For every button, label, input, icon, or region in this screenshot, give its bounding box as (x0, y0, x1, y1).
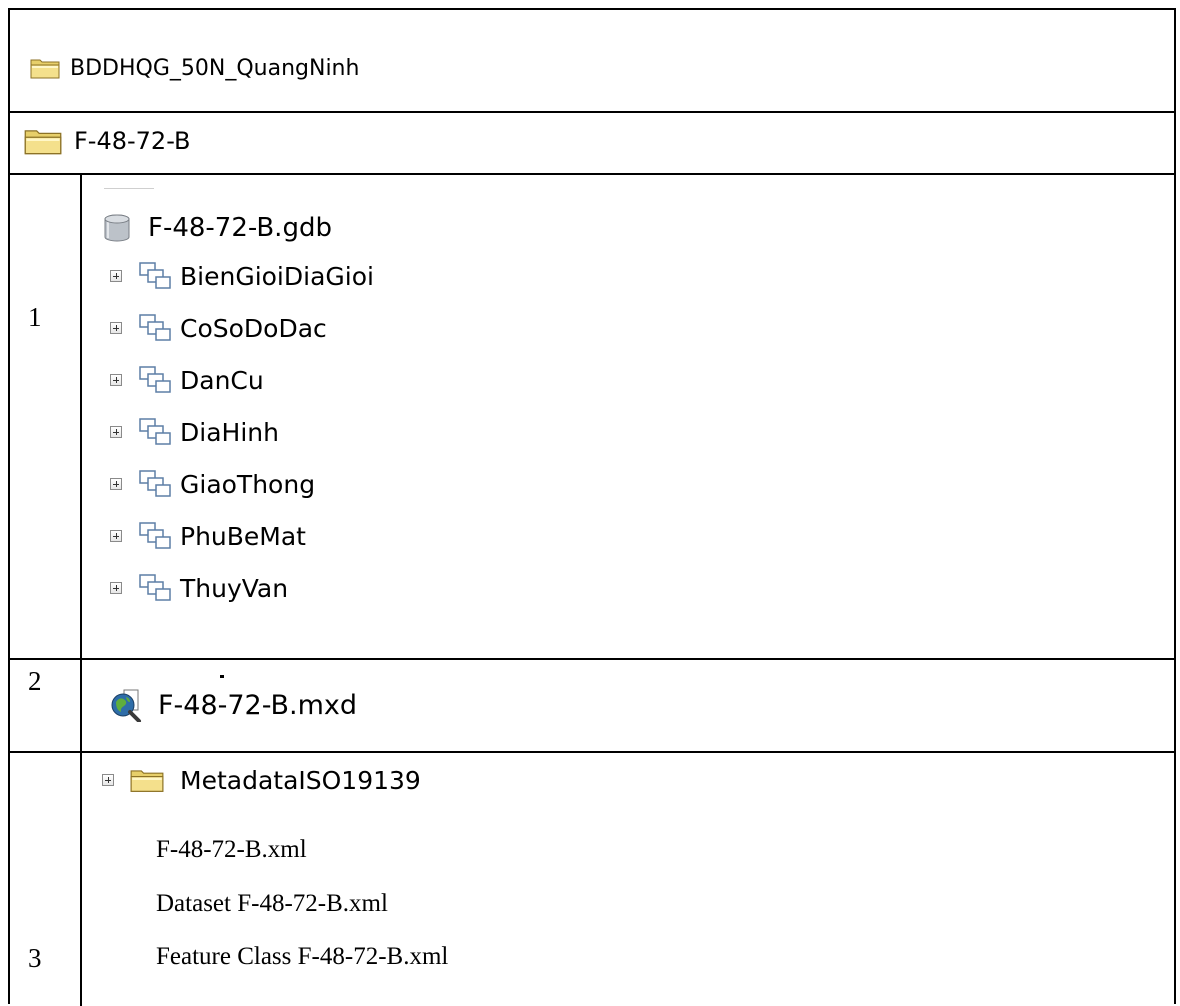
expand-plus-icon[interactable] (110, 478, 122, 490)
feature-dataset-label: BienGioiDiaGioi (180, 261, 374, 291)
gdb-item[interactable]: F-48-72-B.gdb (102, 210, 332, 246)
feature-dataset-item[interactable]: DiaHinh (110, 414, 279, 450)
gdb-label: F-48-72-B.gdb (148, 213, 332, 243)
feature-dataset-item[interactable]: GiaoThong (110, 466, 315, 502)
expand-plus-icon[interactable] (110, 530, 122, 542)
row-number: 1 (28, 302, 42, 332)
feature-dataset-item[interactable]: ThuyVan (110, 570, 288, 606)
expand-plus-icon[interactable] (110, 270, 122, 282)
feature-dataset-label: CoSoDoDac (180, 313, 327, 343)
mxd-item[interactable]: F-48-72-B.mxd (110, 685, 357, 725)
feature-dataset-icon (139, 522, 171, 549)
feature-dataset-item[interactable]: PhuBeMat (110, 518, 306, 554)
feature-dataset-label: GiaoThong (180, 469, 316, 499)
table-divider (10, 173, 1174, 175)
feature-dataset-label: ThuyVan (180, 573, 289, 603)
folder-icon (30, 59, 60, 79)
metadata-folder-label: MetadataISO19139 (180, 765, 421, 795)
row-number: 2 (28, 666, 42, 696)
feature-dataset-icon (139, 418, 171, 445)
table-divider (10, 658, 1174, 660)
expand-plus-icon[interactable] (110, 426, 122, 438)
expand-plus-icon[interactable] (110, 374, 122, 386)
feature-dataset-item[interactable]: DanCu (110, 362, 264, 398)
document-table: BDDHQG_50N_QuangNinh F-48-72-B 1 F-48-72… (8, 8, 1176, 1006)
expand-plus-icon[interactable] (110, 582, 122, 594)
feature-dataset-icon (139, 366, 171, 393)
stray-mark (220, 675, 224, 678)
table-divider (10, 751, 1174, 753)
row-number: 3 (28, 943, 42, 973)
feature-dataset-icon (139, 574, 171, 601)
feature-dataset-icon (139, 262, 171, 289)
feature-dataset-item[interactable]: CoSoDoDac (110, 310, 327, 346)
feature-dataset-label: PhuBeMat (180, 521, 306, 551)
feature-dataset-label: DiaHinh (180, 417, 279, 447)
root-folder-label: BDDHQG_50N_QuangNinh (70, 55, 360, 81)
feature-dataset-label: DanCu (180, 365, 264, 395)
feature-dataset-item[interactable]: BienGioiDiaGioi (110, 258, 374, 294)
sheet-folder-item[interactable]: F-48-72-B (24, 124, 190, 158)
scroll-edge (104, 188, 154, 189)
folder-icon (24, 130, 62, 155)
mxd-label: F-48-72-B.mxd (158, 689, 358, 721)
metadata-file-item[interactable]: Feature Class F-48-72-B.xml (156, 943, 448, 971)
geodatabase-icon (104, 214, 130, 242)
table-divider (10, 111, 1174, 113)
metadata-file-item[interactable]: F-48-72-B.xml (156, 836, 307, 864)
feature-dataset-icon (139, 470, 171, 497)
number-column-divider (80, 173, 82, 1006)
sheet-folder-label: F-48-72-B (74, 127, 191, 155)
folder-icon (130, 770, 164, 792)
metadata-file-item[interactable]: Dataset F-48-72-B.xml (156, 890, 388, 918)
feature-dataset-icon (139, 314, 171, 341)
map-document-icon (111, 689, 141, 722)
expand-plus-icon[interactable] (110, 322, 122, 334)
expand-plus-icon[interactable] (102, 774, 114, 786)
metadata-folder-item[interactable]: MetadataISO19139 (102, 762, 421, 798)
root-folder-item[interactable]: BDDHQG_50N_QuangNinh (30, 53, 359, 83)
